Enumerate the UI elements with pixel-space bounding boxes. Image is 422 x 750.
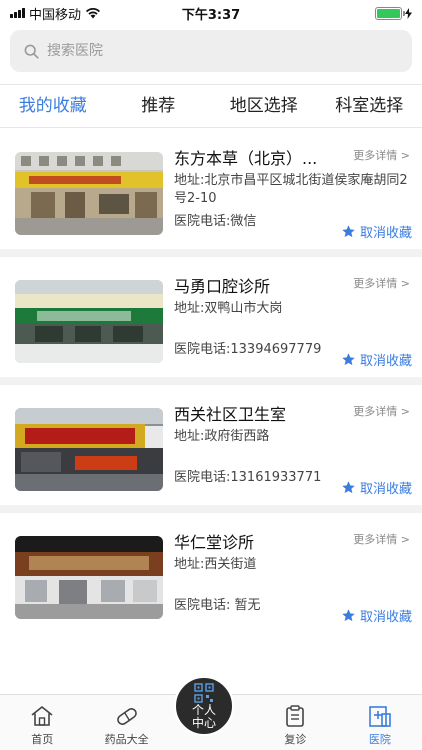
status-bar: 中国移动 下午3:37 <box>0 0 422 26</box>
nav-drugs-label: 药品大全 <box>104 733 149 746</box>
more-details-label: 更多详情 <box>353 149 398 162</box>
more-details-link[interactable]: 更多详情 > <box>353 403 410 419</box>
hospital-phone: 医院电话: 暂无 <box>174 598 261 613</box>
hospital-photo <box>15 152 163 235</box>
hospital-address: 地址:北京市昌平区城北街道侯家庵胡同2号2-10 <box>174 173 408 206</box>
hospital-name[interactable]: 西关社区卫生室 <box>174 401 354 425</box>
star-icon <box>342 353 355 366</box>
nav-home[interactable]: 首页 <box>0 695 84 750</box>
hospital-list: 东方本草（北京）... 更多详情 > 地址:北京市昌平区城北街道侯家庵胡同2号2… <box>0 129 422 641</box>
hospital-icon <box>369 706 391 727</box>
hospital-phone: 医院电话:13161933771 <box>174 470 322 485</box>
status-time: 下午3:37 <box>181 7 241 23</box>
nav-followup[interactable]: 复诊 <box>253 695 337 750</box>
nav-followup-label: 复诊 <box>284 733 307 746</box>
search-input[interactable] <box>47 43 387 59</box>
star-icon <box>342 225 355 238</box>
tab-recommended[interactable]: 推荐 <box>106 85 212 127</box>
chevron-right-icon: > <box>400 533 410 546</box>
unfavorite-button[interactable]: 取消收藏 <box>341 478 412 497</box>
tab-region[interactable]: 地区选择 <box>211 85 317 127</box>
hospital-name[interactable]: 马勇口腔诊所 <box>174 273 354 297</box>
more-details-link[interactable]: 更多详情 > <box>353 531 410 547</box>
chevron-right-icon: > <box>400 405 410 418</box>
star-icon <box>342 609 355 622</box>
hospital-phone: 医院电话:微信 <box>174 214 257 229</box>
tab-my-favorites[interactable]: 我的收藏 <box>0 85 106 127</box>
hospital-address: 地址:西关街道 <box>174 557 257 572</box>
battery-icon <box>375 6 405 20</box>
unfavorite-label: 取消收藏 <box>359 226 412 241</box>
list-item[interactable]: 东方本草（北京）... 更多详情 > 地址:北京市昌平区城北街道侯家庵胡同2号2… <box>0 129 422 257</box>
hospital-photo <box>15 280 163 363</box>
wifi-icon <box>86 8 101 19</box>
personal-center-label-1: 个人 <box>191 702 216 717</box>
unfavorite-button[interactable]: 取消收藏 <box>341 606 412 625</box>
more-details-link[interactable]: 更多详情 > <box>353 147 410 163</box>
pill-icon <box>116 708 137 725</box>
chevron-right-icon: > <box>400 149 410 162</box>
tab-department[interactable]: 科室选择 <box>317 85 422 127</box>
carrier-label: 中国移动 <box>29 7 82 23</box>
signal-icon <box>10 8 25 18</box>
hospital-photo <box>15 408 163 491</box>
more-details-label: 更多详情 <box>353 277 398 290</box>
personal-center-label-2: 中心 <box>191 715 216 730</box>
qr-code-icon <box>194 682 214 703</box>
star-icon <box>342 481 355 494</box>
more-details-link[interactable]: 更多详情 > <box>353 275 410 291</box>
chevron-right-icon: > <box>400 277 410 290</box>
search-icon <box>24 44 39 59</box>
nav-drugs[interactable]: 药品大全 <box>84 695 168 750</box>
unfavorite-button[interactable]: 取消收藏 <box>341 350 412 369</box>
search-bar[interactable] <box>10 30 412 72</box>
tab-bar: 我的收藏 推荐 地区选择 科室选择 <box>0 84 422 128</box>
hospital-phone: 医院电话:13394697779 <box>174 342 322 357</box>
unfavorite-label: 取消收藏 <box>359 482 412 497</box>
clipboard-icon <box>286 705 305 727</box>
more-details-label: 更多详情 <box>353 533 398 546</box>
unfavorite-button[interactable]: 取消收藏 <box>341 222 412 241</box>
list-item[interactable]: 西关社区卫生室 更多详情 > 地址:政府街西路 医院电话:13161933771… <box>0 385 422 513</box>
unfavorite-label: 取消收藏 <box>359 610 412 625</box>
list-item[interactable]: 马勇口腔诊所 更多详情 > 地址:双鸭山市大岗 医院电话:13394697779… <box>0 257 422 385</box>
nav-hospital[interactable]: 医院 <box>338 695 422 750</box>
nav-home-label: 首页 <box>31 733 54 746</box>
hospital-photo <box>15 536 163 619</box>
hospital-name[interactable]: 华仁堂诊所 <box>174 529 354 553</box>
hospital-address: 地址:政府街西路 <box>174 429 270 444</box>
list-item[interactable]: 华仁堂诊所 更多详情 > 地址:西关街道 医院电话: 暂无 取消收藏 <box>0 513 422 641</box>
more-details-label: 更多详情 <box>353 405 398 418</box>
charging-icon <box>405 7 412 19</box>
unfavorite-label: 取消收藏 <box>359 354 412 369</box>
nav-hospital-label: 医院 <box>368 733 391 746</box>
hospital-name[interactable]: 东方本草（北京）... <box>174 145 354 169</box>
hospital-address: 地址:双鸭山市大岗 <box>174 301 283 316</box>
personal-center-button[interactable]: 个人 中心 <box>174 676 234 736</box>
home-icon <box>31 706 53 726</box>
